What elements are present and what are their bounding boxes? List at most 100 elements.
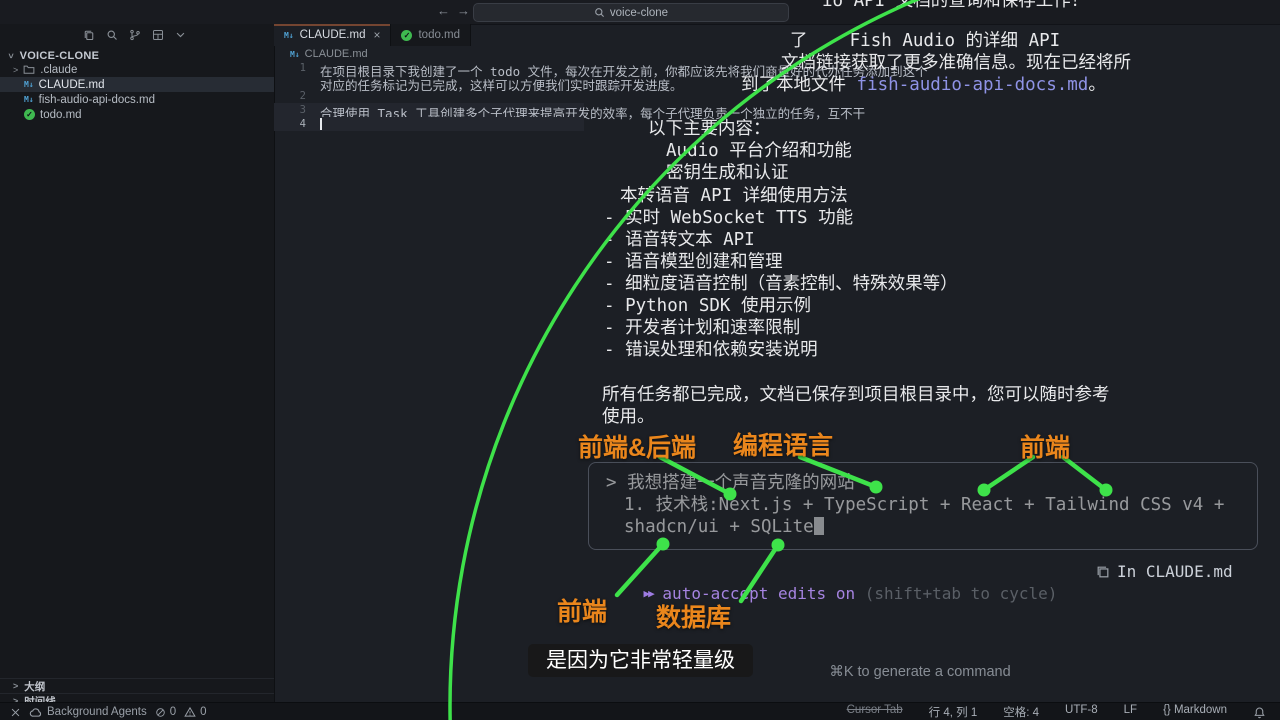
search-icon: [594, 7, 605, 18]
file-link[interactable]: fish-audio-api-docs.md: [857, 75, 1089, 95]
status-left: Background Agents 0 0: [0, 706, 207, 719]
video-subtitle: 是因为它非常轻量级: [528, 644, 753, 677]
chat-message-line: - Python SDK 使用示例: [604, 295, 811, 317]
chat-message-line: 密钥生成和认证: [666, 162, 789, 184]
annotation-label: 前端: [1020, 428, 1070, 464]
warnings-icon: [184, 706, 196, 718]
chat-message-line: - 语音模型创建和管理: [604, 251, 783, 273]
forward-icon[interactable]: →: [457, 3, 470, 18]
annotation-label: 编程语言: [733, 426, 833, 462]
markdown-file-icon: M↓: [24, 95, 34, 104]
errors-count: 0: [170, 706, 176, 718]
overlap-squares-icon: [1096, 565, 1110, 579]
sidebar-toolbar: [82, 28, 187, 41]
tab-label: todo.md: [418, 29, 460, 41]
sidebar-section-大纲[interactable]: > 大纲: [0, 678, 274, 693]
status-item-lf[interactable]: LF: [1124, 704, 1137, 720]
search-value: voice-clone: [610, 7, 668, 19]
chat-message-line: Audio 平台介绍和功能: [666, 140, 852, 162]
chat-message-line: - 实时 WebSocket TTS 功能: [604, 207, 853, 229]
status-bar: Background Agents 0 0 Cursor Tab 行 4, 列 1…: [0, 702, 1280, 720]
project-name: VOICE-CLONE: [20, 50, 100, 62]
auto-accept-hint: (shift+tab to cycle): [865, 584, 1058, 603]
chevron-down-icon: >: [6, 53, 16, 59]
line-number: 1: [276, 62, 306, 74]
breadcrumb-file: CLAUDE.md: [305, 48, 368, 60]
chat-message-line: 所有任务都已完成，文档已保存到项目根目录中，您可以随时参考: [602, 384, 1110, 406]
annotation-label: 前端&后端: [578, 428, 696, 464]
sidebar: > VOICE-CLONE > .claude M↓ CLAUDE.md M↓ fish-…: [0, 24, 275, 702]
status-item-cursor-tab[interactable]: Cursor Tab: [847, 704, 903, 720]
file-item-.claude[interactable]: > .claude: [0, 62, 274, 77]
problems-item[interactable]: 0 0: [155, 706, 207, 718]
copy-icon[interactable]: [82, 28, 95, 41]
breadcrumb[interactable]: M↓ CLAUDE.md: [290, 48, 368, 60]
file-name: CLAUDE.md: [39, 79, 105, 91]
tab-todo-md[interactable]: ✓ todo.md: [391, 24, 471, 46]
chat-message-line: - 细粒度语音控制（音素控制、特殊效果等）: [604, 273, 958, 295]
app-window: ← → voice-clone > VOICE-CLONE >.claudeM↓…: [0, 0, 1280, 720]
markdown-file-icon: M↓: [290, 50, 300, 59]
check-circle-icon: ✓: [401, 30, 412, 41]
chat-message-line: - 语音转文本 API: [604, 229, 755, 251]
file-list: > .claude M↓ CLAUDE.md M↓ fish-audio-api-docs…: [0, 62, 274, 122]
status-item--4[interactable]: 空格: 4: [1003, 704, 1039, 720]
background-agents-item[interactable]: Background Agents: [29, 706, 147, 719]
chat-message-line: io API 文档的查询和保存工作！: [822, 0, 1088, 12]
check-circle-icon: ✓: [24, 109, 35, 120]
file-item-todo.md[interactable]: ✓ todo.md: [0, 107, 274, 122]
command-hint: ⌘K to generate a command: [700, 664, 1140, 680]
double-arrow-icon: ▶▶: [644, 587, 653, 600]
folder-icon: [23, 64, 35, 75]
remote-icon[interactable]: [10, 707, 21, 718]
file-name: .claude: [40, 64, 77, 76]
status-right-items: Cursor Tab 行 4, 列 1 空格: 4 UTF-8 LF {} Markdow…: [847, 704, 1227, 720]
status-right: Cursor Tab 行 4, 列 1 空格: 4 UTF-8 LF {} Markdow…: [847, 704, 1280, 720]
file-name: fish-audio-api-docs.md: [39, 94, 155, 106]
section-label: 大纲: [24, 679, 45, 694]
chat-message-line: 本转语音 API 详细使用方法: [620, 185, 848, 207]
chevron-down-icon[interactable]: [174, 28, 187, 41]
line-number: 4: [276, 118, 306, 130]
layout-icon[interactable]: [151, 28, 164, 41]
warnings-count: 0: [200, 706, 206, 718]
tab-bar: M↓ CLAUDE.md × ✓ todo.md: [274, 24, 471, 46]
chat-message-line: 了 Fish Audio 的详细 API: [790, 30, 1060, 52]
bell-icon[interactable]: [1253, 706, 1266, 719]
status-item--4-1[interactable]: 行 4, 列 1: [929, 704, 978, 720]
auto-accept-label: auto-accept edits on: [662, 584, 864, 603]
prompt-input-box[interactable]: [588, 462, 1258, 550]
line-number: 3: [276, 104, 306, 116]
tab-label: CLAUDE.md: [300, 29, 366, 41]
back-icon[interactable]: ←: [437, 3, 450, 18]
status-item--markdown[interactable]: {} Markdown: [1163, 704, 1227, 720]
chat-message-line: - 开发者计划和速率限制: [604, 317, 800, 339]
chat-message-line: 以下主要内容：: [648, 118, 771, 140]
file-item-fish-audio-api-docs.md[interactable]: M↓ fish-audio-api-docs.md: [0, 92, 274, 107]
branch-icon[interactable]: [128, 28, 141, 41]
close-icon[interactable]: ×: [373, 28, 380, 42]
chat-message-line: 文档链接获取了更多准确信息。现在已经将所: [781, 52, 1131, 74]
errors-icon: [155, 707, 166, 718]
search-icon[interactable]: [105, 28, 118, 41]
chat-message-line: 到了本地文件 fish-audio-api-docs.md。: [741, 74, 1106, 96]
markdown-file-icon: M↓: [284, 31, 294, 40]
editor-line[interactable]: 对应的任务标记为已完成，这样可以方便我们实时跟踪开发进度。: [320, 75, 683, 94]
tab-claude-md[interactable]: M↓ CLAUDE.md ×: [274, 24, 391, 46]
chat-message-line: 使用。: [602, 406, 655, 428]
search-input[interactable]: voice-clone: [473, 3, 789, 22]
annotation-label: 前端: [557, 592, 607, 628]
chat-message-line: - 错误处理和依赖安装说明: [604, 339, 818, 361]
background-agents-label: Background Agents: [47, 706, 147, 718]
line-number: 2: [276, 90, 306, 102]
status-item-utf-8[interactable]: UTF-8: [1065, 704, 1098, 720]
chevron-right-icon: >: [13, 65, 18, 75]
markdown-file-icon: M↓: [24, 80, 34, 89]
auto-accept-toggle[interactable]: ▶▶ auto-accept edits on (shift+tab to cy…: [605, 561, 1057, 583]
file-name: todo.md: [40, 109, 82, 121]
file-item-CLAUDE.md[interactable]: M↓ CLAUDE.md: [0, 77, 274, 92]
chevron-right-icon: >: [13, 681, 18, 691]
context-indicator: In CLAUDE.md: [1096, 561, 1233, 583]
text-caret: [320, 118, 322, 130]
project-header[interactable]: > VOICE-CLONE: [8, 50, 99, 62]
